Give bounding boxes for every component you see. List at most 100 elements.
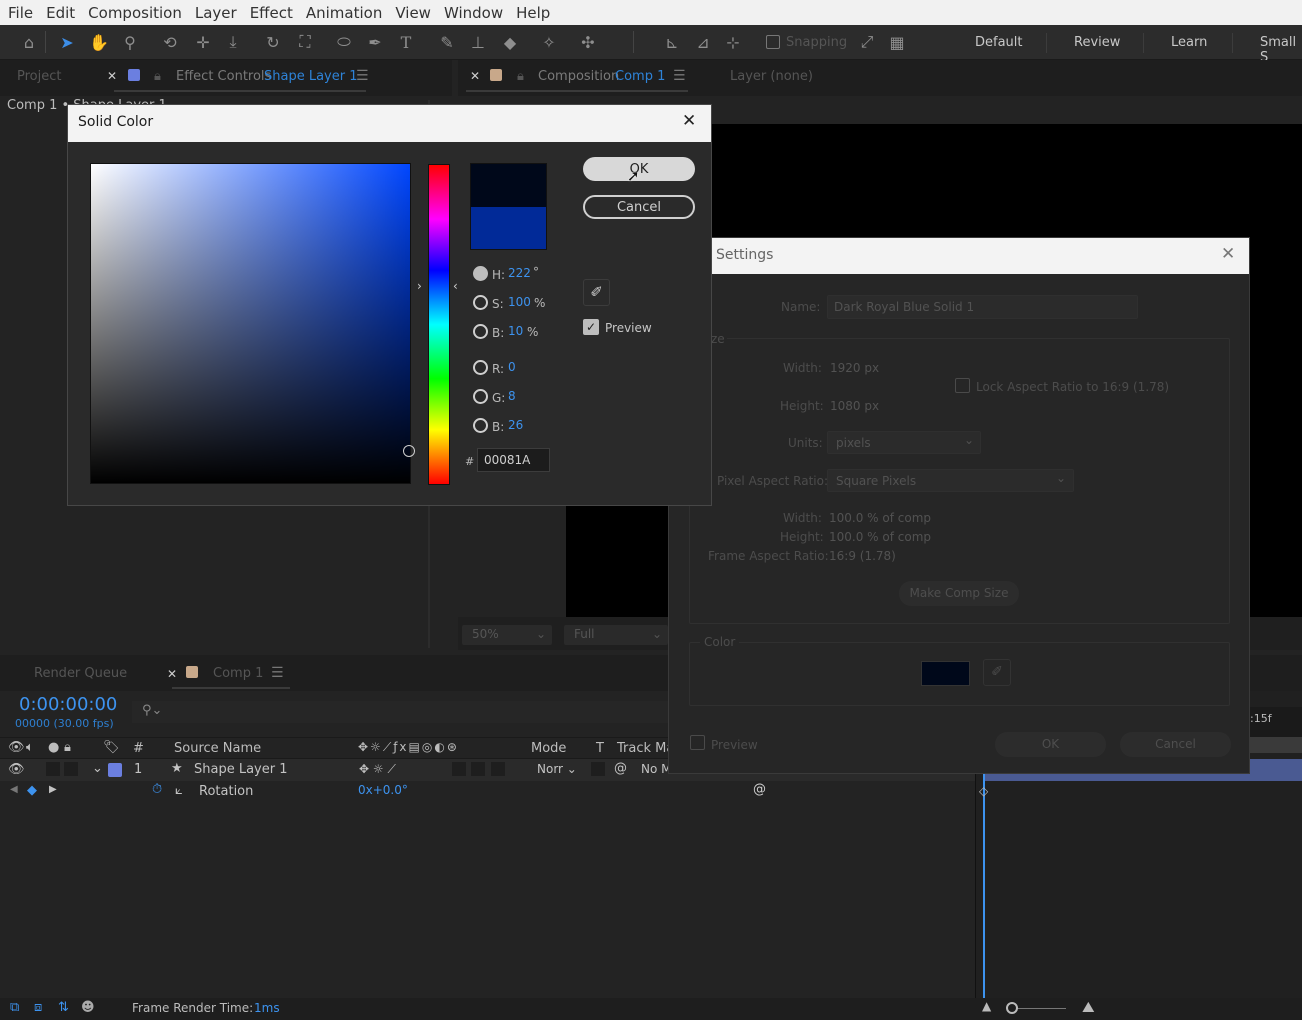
menu-composition[interactable]: Composition — [88, 4, 182, 22]
close-icon[interactable]: ✕ — [682, 111, 696, 131]
visibility-eye-icon[interactable]: 👁︎ — [8, 762, 25, 777]
label-tag-icon[interactable]: 🏷︎ — [103, 740, 120, 755]
column-source-name[interactable]: Source Name — [174, 741, 261, 756]
width-value[interactable]: 1920 px — [830, 361, 879, 375]
lock-icon[interactable]: 🔒︎ — [517, 69, 524, 84]
red-value[interactable]: 0 — [508, 360, 516, 374]
orbit-tool-icon[interactable]: ⟲ — [159, 31, 181, 53]
rotation-value[interactable]: 0x+0.0° — [358, 783, 408, 797]
next-keyframe-icon[interactable]: ▶ — [49, 784, 57, 795]
eyedropper-icon[interactable]: ✐ — [583, 279, 610, 306]
green-radio[interactable] — [473, 389, 488, 404]
close-tab-icon[interactable]: ✕ — [470, 69, 480, 83]
make-comp-size-button[interactable]: Make Comp Size — [899, 581, 1019, 606]
green-value[interactable]: 8 — [508, 389, 516, 403]
composition-viewer[interactable] — [566, 506, 676, 617]
selection-tool-icon[interactable]: ➤ — [56, 31, 78, 53]
track-matte-dropdown[interactable]: No M — [641, 762, 672, 776]
home-icon[interactable]: ⌂ — [18, 31, 40, 53]
lock-toggle[interactable] — [64, 762, 78, 776]
graph-editor-icon[interactable]: ⟀ — [175, 783, 183, 798]
world-axis-icon[interactable]: ⊿ — [692, 31, 714, 53]
menu-view[interactable]: View — [395, 4, 431, 22]
snap-edges-icon[interactable]: ⤢ — [856, 31, 878, 53]
layer-switches-pane-icon[interactable]: ⧈ — [34, 1000, 42, 1015]
tab-project[interactable]: Project — [17, 69, 61, 84]
brightness-radio[interactable] — [473, 324, 488, 339]
add-keyframe-icon[interactable]: ◆ — [27, 783, 37, 798]
lock-aspect-checkbox[interactable] — [955, 378, 970, 393]
hue-value[interactable]: 222 — [508, 266, 531, 280]
switch-toggle[interactable] — [471, 762, 485, 776]
zoom-out-icon[interactable]: ▲ — [982, 999, 991, 1013]
column-mode[interactable]: Mode — [531, 741, 566, 756]
clone-stamp-tool-icon[interactable]: ⊥ — [467, 31, 489, 53]
preview-checkbox[interactable] — [690, 735, 705, 750]
work-area-bar[interactable] — [1250, 737, 1302, 753]
workspace-default[interactable]: Default — [975, 35, 1023, 50]
layer-switches-icons[interactable]: ✥ ☼ ⟋ — [359, 762, 396, 777]
units-dropdown[interactable]: pixels ⌄ — [827, 431, 981, 454]
audio-switch-icon[interactable]: 🔈︎ — [26, 740, 34, 755]
switch-toggle[interactable] — [491, 762, 505, 776]
preserve-transparency-toggle[interactable] — [591, 762, 605, 776]
lock-icon[interactable]: 🔒︎ — [154, 69, 161, 84]
resolution-dropdown[interactable]: Full ⌄ — [564, 625, 668, 645]
brush-tool-icon[interactable]: ✎ — [436, 31, 458, 53]
layer-mode-dropdown[interactable]: Norr ⌄ — [537, 762, 577, 776]
puppet-tool-icon[interactable]: ✣ — [577, 31, 599, 53]
composition-name[interactable]: Comp 1 — [615, 69, 665, 84]
switch-toggle[interactable] — [452, 762, 466, 776]
panel-menu-icon[interactable]: ☰ — [673, 68, 686, 84]
red-radio[interactable] — [473, 360, 488, 375]
snap-features-icon[interactable]: ▦ — [886, 31, 908, 53]
eraser-tool-icon[interactable]: ◆ — [499, 31, 521, 53]
height-value[interactable]: 1080 px — [830, 399, 879, 413]
keyframe-diamond-icon[interactable]: ◇ — [979, 784, 988, 798]
zoom-slider-handle[interactable] — [1006, 1002, 1018, 1014]
blue-value[interactable]: 26 — [508, 418, 523, 432]
zoom-in-icon[interactable]: ⛰ — [1082, 998, 1095, 1016]
saturation-radio[interactable] — [473, 295, 488, 310]
layer-label-swatch[interactable] — [108, 763, 122, 777]
cancel-button[interactable]: Cancel — [1120, 732, 1231, 757]
tab-composition[interactable]: Composition — [538, 69, 619, 84]
expression-spiral-icon[interactable]: @ — [753, 782, 766, 797]
ok-button[interactable]: OK — [995, 732, 1106, 757]
lock-switch-icon[interactable]: 🔒︎ — [64, 740, 71, 755]
menu-help[interactable]: Help — [516, 4, 550, 22]
dolly-tool-icon[interactable]: ⤓ — [222, 31, 244, 53]
current-timecode[interactable]: 0:00:00:00 — [19, 694, 117, 715]
cancel-button[interactable]: Cancel — [583, 195, 695, 219]
close-tab-icon[interactable]: ✕ — [167, 667, 177, 681]
menu-layer[interactable]: Layer — [195, 4, 237, 22]
saturation-brightness-field[interactable] — [90, 163, 415, 484]
blue-radio[interactable] — [473, 418, 488, 433]
original-color-preview[interactable] — [471, 207, 546, 249]
tab-render-queue[interactable]: Render Queue — [34, 666, 127, 681]
hue-slider[interactable] — [428, 164, 450, 485]
preview-checkbox[interactable]: ✓ — [583, 319, 599, 335]
draft-3d-icon[interactable]: ☻ — [81, 1000, 95, 1015]
chevron-down-icon[interactable]: ⌄ — [92, 761, 103, 776]
panel-menu-icon[interactable]: ☰ — [356, 68, 369, 84]
menu-file[interactable]: File — [8, 4, 33, 22]
tab-effect-controls[interactable]: Effect Controls — [176, 69, 271, 84]
transfer-controls-icon[interactable]: ⇅ — [58, 1000, 69, 1015]
workspace-review[interactable]: Review — [1074, 35, 1120, 50]
menu-effect[interactable]: Effect — [250, 4, 293, 22]
local-axis-icon[interactable]: ⊾ — [661, 31, 683, 53]
hue-slider-left-arrow-icon[interactable]: › — [417, 279, 422, 293]
pan-behind-tool-icon[interactable]: ⛶ — [294, 31, 316, 53]
video-switch-icon[interactable]: 👁︎ — [8, 740, 25, 755]
stopwatch-icon[interactable]: ⏱︎ — [152, 782, 162, 797]
hex-input[interactable]: 00081A — [477, 448, 550, 472]
close-icon[interactable]: ✕ — [1221, 244, 1235, 264]
saturation-value[interactable]: 100 — [508, 295, 531, 309]
pan-tool-icon[interactable]: ✛ — [192, 31, 214, 53]
layer-switches-icons[interactable]: ✥☼⟋ƒx▤◎◐⊛ — [358, 740, 459, 755]
solid-name-input[interactable]: Dark Royal Blue Solid 1 — [827, 295, 1138, 319]
hue-slider-right-arrow-icon[interactable]: ‹ — [453, 279, 458, 293]
zoom-tool-icon[interactable]: ⚲ — [119, 31, 141, 53]
magnification-dropdown[interactable]: 50% ⌄ — [462, 625, 552, 645]
